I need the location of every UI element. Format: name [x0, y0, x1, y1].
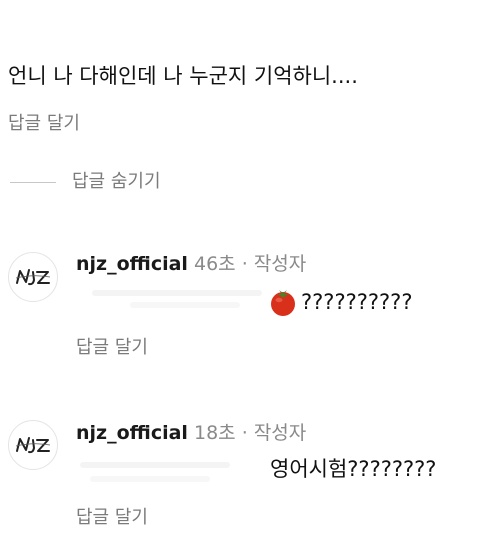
njz-logo-icon	[15, 269, 51, 286]
hide-replies-label: 답글 숨기기	[72, 171, 161, 192]
reply-message: ??????????	[301, 290, 413, 314]
username-link[interactable]: njz_official	[76, 253, 188, 275]
separator-dot: ·	[241, 422, 248, 444]
avatar[interactable]	[8, 252, 58, 302]
author-badge: 작성자	[253, 253, 307, 275]
reply-message: 영어시험????????	[270, 457, 437, 481]
timestamp: 18초	[194, 422, 236, 444]
divider-line	[10, 181, 56, 183]
reply-button[interactable]: 답글 달기	[76, 506, 148, 530]
reply-header: njz_official 18초 · 작성자	[76, 420, 306, 446]
blurred-text	[90, 476, 210, 482]
reply-text: 영어시험????????	[270, 455, 436, 483]
username-link[interactable]: njz_official	[76, 422, 188, 444]
separator-dot: ·	[241, 253, 248, 275]
njz-logo-icon	[15, 437, 51, 454]
reply-button[interactable]: 답글 달기	[76, 336, 148, 360]
blurred-text	[130, 302, 240, 308]
tomato-emoji-icon	[271, 290, 295, 316]
reply-text: ??????????	[268, 287, 412, 317]
parent-reply-button[interactable]: 답글 달기	[8, 112, 80, 136]
parent-comment-text: 언니 나 다해인데 나 누군지 기억하니....	[8, 64, 358, 88]
hide-replies-button[interactable]: 답글 숨기기	[10, 170, 161, 194]
avatar[interactable]	[8, 420, 58, 470]
timestamp: 46초	[194, 253, 236, 275]
blurred-text	[80, 462, 230, 468]
author-badge: 작성자	[253, 422, 307, 444]
reply-header: njz_official 46초 · 작성자	[76, 251, 306, 277]
blurred-text	[92, 290, 262, 296]
